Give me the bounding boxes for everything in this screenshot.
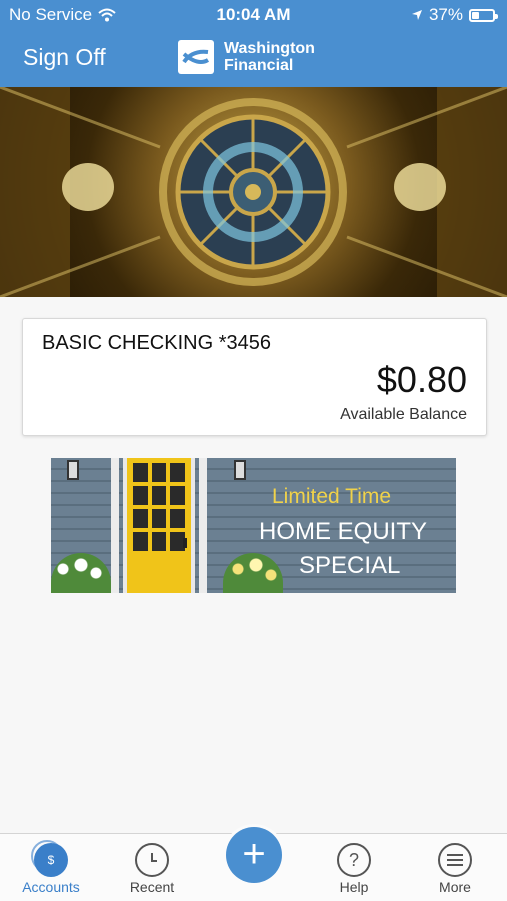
tab-accounts[interactable]: $ Accounts xyxy=(11,834,91,901)
status-bar: No Service 10:04 AM 37% xyxy=(0,0,507,30)
promo-line-2: HOME EQUITY xyxy=(259,518,428,545)
promo-banner[interactable]: Limited Time HOME EQUITY SPECIAL xyxy=(51,458,456,593)
promo-line-3: SPECIAL xyxy=(299,552,401,579)
logo-line-1: Washington xyxy=(224,40,315,57)
dollar-icon: $ xyxy=(31,840,68,877)
ceiling-artwork xyxy=(0,87,507,297)
location-arrow-icon xyxy=(411,10,422,20)
hero-image xyxy=(0,87,507,297)
tab-more[interactable]: More xyxy=(415,834,495,901)
sign-off-button[interactable]: Sign Off xyxy=(23,44,106,71)
battery-percent: 37% xyxy=(428,5,463,24)
promo-line-1: Limited Time xyxy=(272,485,392,508)
logo-line-2: Financial xyxy=(224,57,294,74)
balance-label: Available Balance xyxy=(340,406,467,423)
account-card[interactable]: BASIC CHECKING *3456 $0.80 Available Bal… xyxy=(22,318,487,436)
brand-logo: Washington Financial xyxy=(178,40,315,74)
door-window xyxy=(133,463,185,551)
lamp-icon xyxy=(67,460,79,480)
logo-mark-icon xyxy=(178,40,214,74)
nav-bar: Sign Off Washington Financial xyxy=(0,30,507,87)
lamp-icon xyxy=(234,460,246,480)
tab-label: Accounts xyxy=(22,879,80,895)
trim-post xyxy=(111,458,119,593)
help-icon: ? xyxy=(337,843,371,877)
menu-icon xyxy=(438,843,472,877)
clock-icon xyxy=(135,843,169,877)
trim-post xyxy=(199,458,207,593)
add-button[interactable]: + xyxy=(226,827,282,883)
account-name: BASIC CHECKING *3456 xyxy=(42,332,271,354)
tab-label: More xyxy=(439,879,471,895)
battery-icon xyxy=(469,8,498,22)
tab-label: Recent xyxy=(129,879,175,895)
account-balance: $0.80 xyxy=(376,359,467,400)
logo-text: Washington Financial xyxy=(224,40,315,74)
tab-help[interactable]: ? Help xyxy=(314,834,394,901)
tab-label: Help xyxy=(339,879,369,895)
door-handle xyxy=(183,538,187,548)
door-illustration xyxy=(123,458,195,593)
tab-recent[interactable]: Recent xyxy=(112,834,192,901)
battery-fill xyxy=(472,11,479,19)
status-right: 37% xyxy=(411,5,498,25)
